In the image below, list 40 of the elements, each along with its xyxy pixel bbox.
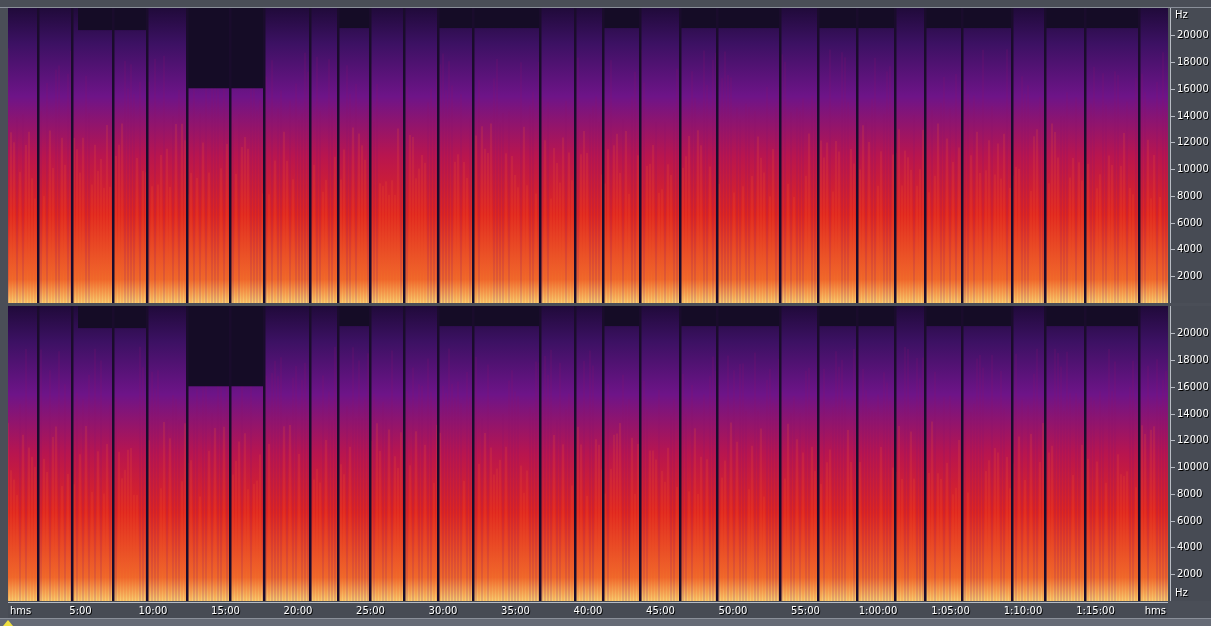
- axis-label: 20000: [1171, 29, 1209, 42]
- axis-label: 1:00:00: [858, 605, 898, 617]
- axis-label: 2000: [1171, 568, 1203, 581]
- axis-label: 10:00: [138, 605, 168, 617]
- axis-label: 14000: [1171, 109, 1209, 122]
- axis-label: 55:00: [791, 605, 820, 617]
- axis-label: 10000: [1171, 461, 1209, 474]
- axis-label: 4000: [1171, 541, 1203, 554]
- axis-label: 40:00: [573, 605, 603, 617]
- axis-label: 18000: [1171, 354, 1209, 367]
- axis-label: 30:00: [428, 605, 458, 617]
- axis-label: 20000: [1171, 327, 1209, 340]
- axis-label: 15:00: [211, 605, 240, 617]
- axis-label: 1:10:00: [1003, 605, 1043, 617]
- axis-label: 8000: [1171, 487, 1203, 500]
- axis-label: 5:00: [69, 605, 92, 617]
- axis-label: 4000: [1171, 243, 1203, 256]
- unit-label: hms: [10, 605, 32, 617]
- axis-label: 1:15:00: [1076, 605, 1115, 617]
- axis-label: 6000: [1171, 514, 1203, 527]
- axis-label: 20:00: [283, 605, 313, 617]
- axis-label: 45:00: [646, 605, 675, 617]
- axis-label: 35:00: [501, 605, 530, 617]
- unit-label: hms: [1144, 605, 1166, 617]
- axis-label: 18000: [1171, 56, 1209, 69]
- axis-label: 1:05:00: [931, 605, 970, 617]
- axis-label: 50:00: [718, 605, 748, 617]
- axis-label: 25:00: [356, 605, 385, 617]
- playhead-icon[interactable]: [3, 620, 13, 626]
- unit-label: Hz: [1175, 587, 1188, 599]
- unit-label: Hz: [1175, 9, 1188, 21]
- axis-label: 16000: [1171, 380, 1209, 393]
- axis-label: 10000: [1171, 163, 1209, 176]
- axis-label: 12000: [1171, 136, 1209, 149]
- axis-label: 2000: [1171, 270, 1203, 283]
- axis-label: 8000: [1171, 189, 1203, 202]
- axis-label: 12000: [1171, 434, 1209, 447]
- axis-label: 14000: [1171, 407, 1209, 420]
- axis-label: 16000: [1171, 82, 1209, 95]
- axis-label: 6000: [1171, 216, 1203, 229]
